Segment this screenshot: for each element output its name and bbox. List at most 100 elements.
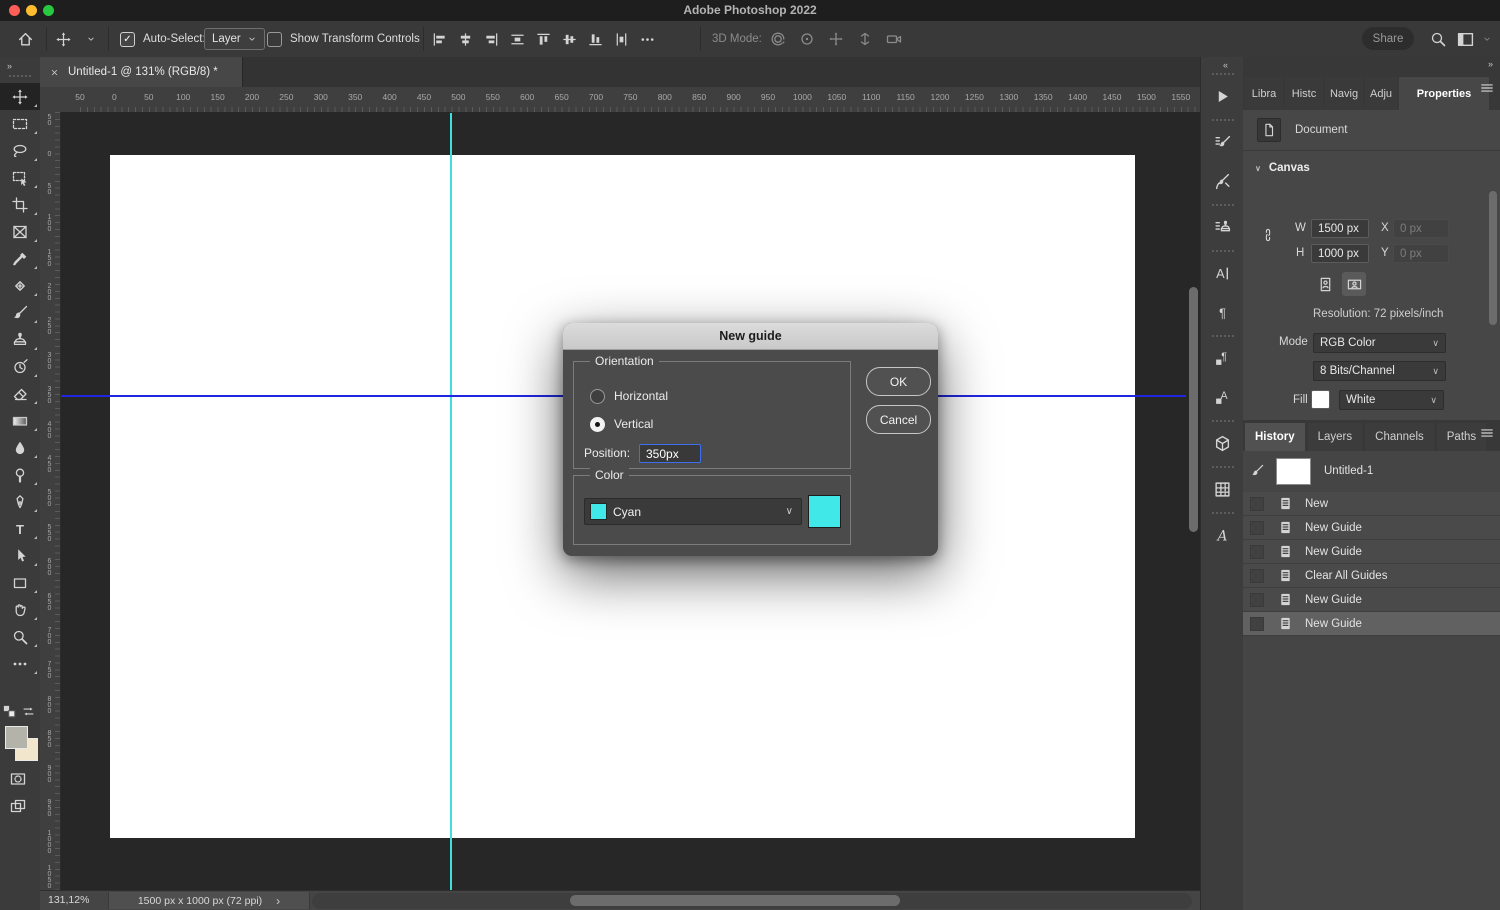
history-source-checkbox[interactable]	[1250, 521, 1264, 535]
history-source-checkbox[interactable]	[1250, 545, 1264, 559]
position-input[interactable]: 350px	[639, 444, 701, 463]
tool-options-chevron-icon[interactable]	[86, 21, 96, 57]
guide-color-dropdown[interactable]: Cyan ∨	[584, 498, 802, 525]
horizontal-radio-label[interactable]: Horizontal	[614, 389, 668, 403]
align-center-v-icon[interactable]	[562, 32, 577, 47]
history-brush-tool[interactable]	[0, 353, 40, 380]
history-source-checkbox[interactable]	[1250, 497, 1264, 511]
tab-navig[interactable]: Navig	[1325, 77, 1363, 110]
align-right-icon[interactable]	[484, 32, 499, 47]
dock-drag-handle[interactable]	[1212, 204, 1234, 206]
pen-tool[interactable]	[0, 488, 40, 515]
hand-tool[interactable]	[0, 596, 40, 623]
toolbar-expand-icon[interactable]: »	[7, 61, 11, 71]
dock-drag-handle[interactable]	[1212, 119, 1234, 121]
toolbar-drag-handle[interactable]	[9, 75, 31, 77]
ellipsis-icon[interactable]	[640, 32, 655, 47]
tab-adju[interactable]: Adju	[1365, 77, 1397, 110]
roll-3d-icon[interactable]	[799, 31, 815, 47]
vertical-ruler[interactable]: 5 005 01 0 01 5 02 0 02 5 03 0 03 5 04 0…	[40, 112, 61, 890]
color-preview-box[interactable]	[808, 495, 841, 528]
pan-3d-icon[interactable]	[828, 31, 844, 47]
history-row[interactable]: New Guide	[1243, 516, 1500, 540]
align-center-h-icon[interactable]	[458, 32, 473, 47]
workspace-chevron-icon[interactable]	[1482, 21, 1492, 57]
3d-panel-button[interactable]	[1201, 424, 1244, 463]
horizontal-radio[interactable]	[590, 389, 605, 404]
document-info[interactable]: 1500 px x 1000 px (72 ppi) ›	[108, 892, 310, 909]
share-button[interactable]: Share	[1362, 27, 1414, 50]
brush-tool[interactable]	[0, 299, 40, 326]
glyphs-panel-button[interactable]: A	[1201, 516, 1244, 555]
frame-tool[interactable]	[0, 218, 40, 245]
home-icon[interactable]	[12, 21, 38, 57]
dock-drag-handle[interactable]	[1212, 466, 1234, 468]
align-top-icon[interactable]	[536, 32, 551, 47]
blur-tool[interactable]	[0, 434, 40, 461]
bit-depth-dropdown[interactable]: 8 Bits/Channel∨	[1313, 361, 1446, 381]
orbit-3d-icon[interactable]	[770, 31, 786, 47]
eyedropper-tool[interactable]	[0, 245, 40, 272]
dock-drag-handle[interactable]	[1212, 512, 1234, 514]
pattern-preview-panel-button[interactable]	[1201, 470, 1244, 509]
brush-settings-panel-button[interactable]	[1201, 123, 1244, 162]
eraser-tool[interactable]	[0, 380, 40, 407]
tab-histc[interactable]: Histc	[1285, 77, 1323, 110]
align-left-icon[interactable]	[432, 32, 447, 47]
history-row[interactable]: New Guide	[1243, 588, 1500, 612]
show-transform-controls-checkbox[interactable]: Show Transform Controls	[267, 21, 420, 57]
history-brush-icon[interactable]	[1249, 464, 1264, 479]
x-field[interactable]: 0 px	[1393, 219, 1449, 238]
rectangular-marquee-tool[interactable]	[0, 110, 40, 137]
path-selection-tool[interactable]	[0, 542, 40, 569]
actions-play-panel-button[interactable]	[1201, 77, 1244, 116]
edit-toolbar-tool[interactable]	[0, 650, 40, 677]
vertical-scrollbar[interactable]	[1189, 287, 1198, 532]
dock-drag-handle[interactable]	[1212, 250, 1234, 252]
link-dimensions-icon[interactable]	[1261, 228, 1275, 242]
landscape-orientation-button[interactable]	[1342, 272, 1366, 296]
workspace-icon[interactable]	[1457, 21, 1474, 57]
tab-channels[interactable]: Channels	[1365, 423, 1434, 451]
quick-mask-icon[interactable]	[10, 771, 26, 787]
tab-properties[interactable]: Properties	[1399, 77, 1489, 110]
move-tool[interactable]	[0, 83, 40, 110]
mode-dropdown[interactable]: RGB Color∨	[1313, 333, 1446, 353]
history-snapshot-row[interactable]: Untitled-1	[1243, 455, 1500, 487]
search-icon[interactable]	[1430, 21, 1446, 57]
properties-scrollbar[interactable]	[1489, 191, 1497, 325]
tab-libra[interactable]: Libra	[1245, 77, 1283, 110]
crop-tool[interactable]	[0, 191, 40, 218]
healing-brush-tool[interactable]	[0, 272, 40, 299]
paragraph-styles-panel-button[interactable]: ¶	[1201, 339, 1244, 378]
vertical-radio[interactable]	[590, 417, 605, 432]
default-colors-icon[interactable]	[3, 705, 17, 719]
screen-mode-icon[interactable]	[10, 798, 26, 814]
current-tool-icon[interactable]	[56, 21, 71, 57]
foreground-color-swatch[interactable]	[5, 726, 28, 749]
horizontal-scrollbar[interactable]	[570, 895, 900, 906]
height-field[interactable]: 1000 px	[1311, 244, 1369, 263]
tab-history[interactable]: History	[1245, 423, 1305, 451]
auto-select-checkbox[interactable]: ✓ Auto-Select:	[120, 21, 206, 57]
canvas-section-header[interactable]: ∨ Canvas	[1255, 162, 1310, 174]
dodge-tool[interactable]	[0, 461, 40, 488]
brushes-panel-button[interactable]	[1201, 162, 1244, 201]
history-source-checkbox[interactable]	[1250, 569, 1264, 583]
close-tab-icon[interactable]	[50, 68, 59, 77]
fill-dropdown[interactable]: White∨	[1339, 390, 1444, 410]
type-tool[interactable]: T	[0, 515, 40, 542]
clone-source-panel-button[interactable]	[1201, 208, 1244, 247]
clone-stamp-tool[interactable]	[0, 326, 40, 353]
dock-drag-handle[interactable]	[1212, 335, 1234, 337]
paragraph-panel-button[interactable]: ¶	[1201, 293, 1244, 332]
history-row[interactable]: New	[1243, 492, 1500, 516]
distribute-h-icon[interactable]	[510, 32, 525, 47]
panel-expand-icon[interactable]: »	[1488, 59, 1492, 69]
object-selection-tool[interactable]	[0, 164, 40, 191]
distribute-v-icon[interactable]	[614, 32, 629, 47]
align-bottom-icon[interactable]	[588, 32, 603, 47]
camera-3d-icon[interactable]	[886, 31, 902, 47]
dock-drag-handle[interactable]	[1212, 420, 1234, 422]
y-field[interactable]: 0 px	[1393, 244, 1449, 263]
